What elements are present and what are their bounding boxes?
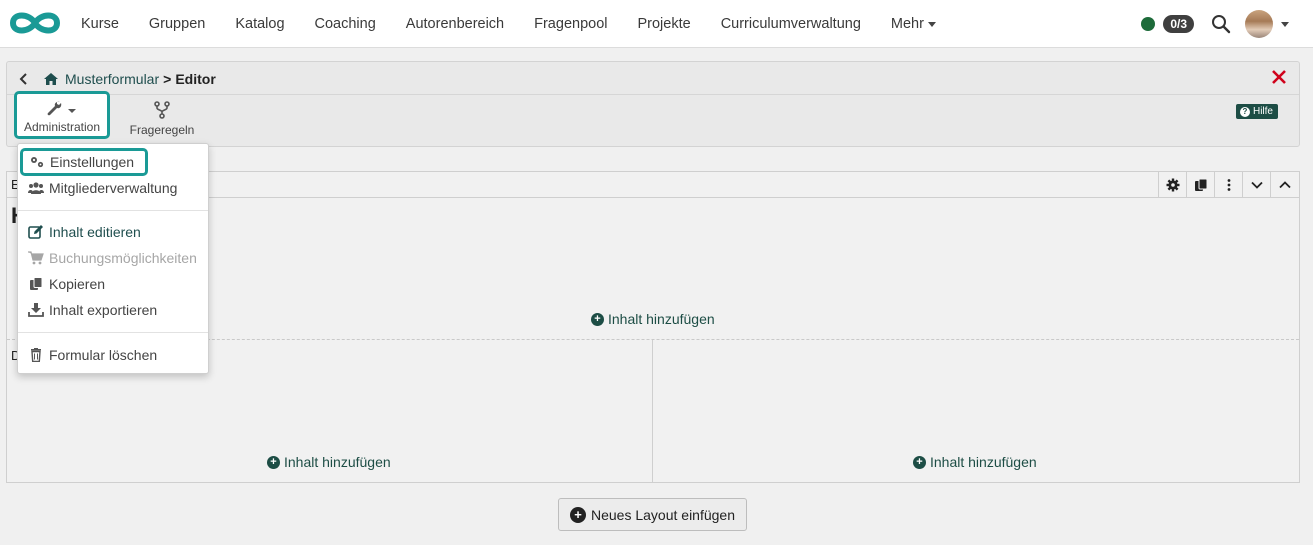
top-navigation: Kurse Gruppen Katalog Coaching Autorenbe… bbox=[0, 0, 1313, 48]
user-avatar[interactable] bbox=[1245, 10, 1273, 38]
main-menu: Kurse Gruppen Katalog Coaching Autorenbe… bbox=[66, 0, 951, 48]
add-content-label: Inhalt hinzufügen bbox=[608, 311, 715, 327]
nav-item-mehr-label: Mehr bbox=[890, 16, 924, 32]
chevron-left-icon[interactable] bbox=[17, 72, 31, 86]
nav-item-mehr[interactable]: Mehr bbox=[876, 16, 951, 32]
administration-button[interactable]: Administration bbox=[14, 91, 110, 139]
menu-divider bbox=[18, 332, 208, 333]
add-content-link-left[interactable]: + Inhalt hinzufügen bbox=[267, 454, 391, 470]
block-move-down-button[interactable] bbox=[1243, 172, 1271, 198]
plus-circle-icon: + bbox=[267, 455, 280, 469]
question-rules-button[interactable]: Frageregeln bbox=[127, 101, 197, 137]
search-icon[interactable] bbox=[1211, 14, 1231, 34]
breadcrumb-separator: > bbox=[163, 71, 172, 87]
administration-dropdown-menu: Einstellungen Mitgliederverwaltung Inhal… bbox=[17, 143, 209, 374]
menu-item-settings-label: Einstellungen bbox=[50, 154, 135, 170]
menu-item-copy-label: Kopieren bbox=[49, 276, 106, 292]
nav-item-fragenpool[interactable]: Fragenpool bbox=[519, 16, 622, 32]
insert-new-layout-button[interactable]: + Neues Layout einfügen bbox=[558, 498, 747, 531]
add-content-label: Inhalt hinzufügen bbox=[930, 454, 1037, 470]
edit-icon bbox=[28, 225, 43, 239]
online-status-icon[interactable] bbox=[1141, 17, 1156, 31]
caret-down-icon bbox=[927, 21, 936, 27]
column-divider bbox=[652, 340, 653, 483]
cart-icon bbox=[28, 251, 44, 265]
block-more-button[interactable] bbox=[1215, 172, 1243, 198]
menu-item-booking: Buchungsmöglichkeiten bbox=[18, 247, 208, 269]
add-content-link-top[interactable]: + Inhalt hinzufügen bbox=[591, 311, 715, 327]
download-icon bbox=[28, 303, 44, 317]
nav-item-gruppen[interactable]: Gruppen bbox=[134, 16, 220, 32]
chevron-down-icon bbox=[1250, 181, 1263, 189]
question-circle-icon: ? bbox=[1239, 106, 1250, 117]
copy-icon bbox=[30, 277, 43, 290]
panel-divider bbox=[7, 94, 1299, 95]
menu-item-copy[interactable]: Kopieren bbox=[18, 273, 208, 295]
users-icon bbox=[28, 182, 44, 194]
block-toolbar bbox=[1158, 172, 1299, 198]
help-button[interactable]: ? Hilfe bbox=[1235, 104, 1278, 119]
nav-item-projekte[interactable]: Projekte bbox=[622, 16, 705, 32]
block-move-up-button[interactable] bbox=[1271, 172, 1299, 198]
close-icon[interactable] bbox=[1271, 69, 1287, 85]
plus-circle-icon: + bbox=[913, 455, 926, 469]
nav-item-kurse[interactable]: Kurse bbox=[66, 16, 134, 32]
editor-header-panel: Musterformular > Editor Administration F… bbox=[6, 61, 1300, 147]
add-content-label: Inhalt hinzufügen bbox=[284, 454, 391, 470]
plus-circle-icon: + bbox=[591, 312, 604, 326]
nav-item-curriculumverwaltung[interactable]: Curriculumverwaltung bbox=[706, 16, 876, 32]
chevron-up-icon bbox=[1279, 181, 1291, 189]
block-settings-button[interactable] bbox=[1159, 172, 1187, 198]
openolat-logo-icon[interactable] bbox=[8, 8, 62, 38]
menu-item-edit-content[interactable]: Inhalt editieren bbox=[18, 221, 208, 243]
menu-item-export-label: Inhalt exportieren bbox=[49, 302, 158, 318]
trash-icon bbox=[31, 348, 41, 362]
gears-icon bbox=[31, 157, 44, 168]
block-copy-button[interactable] bbox=[1187, 172, 1215, 198]
user-menu-caret-icon[interactable] bbox=[1281, 21, 1289, 27]
add-content-link-right[interactable]: + Inhalt hinzufügen bbox=[913, 454, 1037, 470]
menu-item-booking-label: Buchungsmöglichkeiten bbox=[49, 250, 197, 266]
menu-divider bbox=[18, 210, 208, 211]
menu-item-export[interactable]: Inhalt exportieren bbox=[18, 299, 208, 321]
nav-item-autorenbereich[interactable]: Autorenbereich bbox=[391, 16, 519, 32]
menu-item-settings[interactable]: Einstellungen bbox=[20, 148, 148, 176]
administration-label: Administration bbox=[23, 120, 101, 134]
more-vertical-icon bbox=[1227, 179, 1230, 191]
help-label: Hilfe bbox=[1252, 106, 1273, 117]
menu-item-delete[interactable]: Formular löschen bbox=[18, 344, 208, 366]
plus-circle-icon: + bbox=[570, 506, 586, 523]
branch-icon bbox=[154, 101, 170, 119]
home-icon[interactable] bbox=[43, 72, 59, 86]
menu-item-members[interactable]: Mitgliederverwaltung bbox=[18, 177, 208, 199]
breadcrumb-current: Editor bbox=[175, 71, 216, 87]
breadcrumb-link-musterformular[interactable]: Musterformular bbox=[65, 71, 159, 87]
copy-icon bbox=[1194, 178, 1207, 191]
insert-new-layout-label: Neues Layout einfügen bbox=[591, 506, 735, 523]
gear-icon bbox=[1166, 178, 1179, 192]
menu-item-delete-label: Formular löschen bbox=[49, 347, 158, 363]
nav-item-katalog[interactable]: Katalog bbox=[220, 16, 299, 32]
wrench-dropdown-icon bbox=[47, 101, 76, 116]
menu-item-edit-content-label: Inhalt editieren bbox=[49, 224, 141, 240]
notification-badge[interactable]: 0/3 bbox=[1163, 15, 1194, 33]
breadcrumb: Musterformular > Editor bbox=[17, 70, 216, 88]
menu-item-members-label: Mitgliederverwaltung bbox=[49, 180, 178, 196]
nav-right-tools: 0/3 bbox=[1141, 0, 1313, 48]
nav-item-coaching[interactable]: Coaching bbox=[300, 16, 391, 32]
question-rules-label: Frageregeln bbox=[129, 123, 195, 137]
